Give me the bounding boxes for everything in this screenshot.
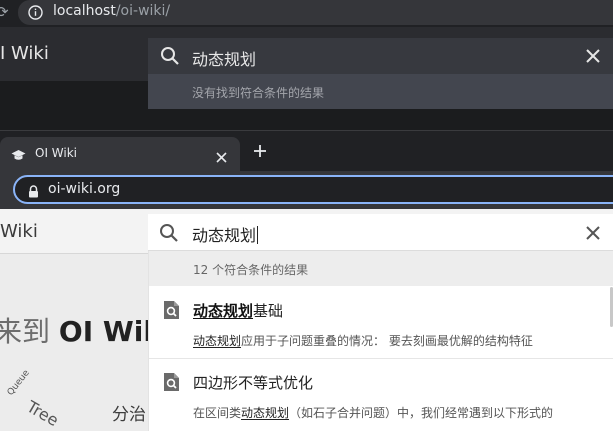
close-icon[interactable]	[216, 148, 227, 167]
graduation-cap-icon	[11, 147, 26, 166]
url-text: oi-wiki.org	[48, 181, 121, 197]
document-search-icon	[163, 372, 181, 396]
no-results-message: 没有找到符合条件的结果	[192, 86, 325, 100]
top-url-field[interactable]: localhost/oi-wiki/	[18, 0, 613, 25]
results-count: 12 个符合条件的结果	[193, 263, 309, 277]
site-name[interactable]: Wiki	[0, 221, 38, 242]
result-snippet: 在区间类动态规划（如石子合并问题）中，我们经常遇到以下形式的	[193, 406, 554, 420]
results-count-bar: 12 个符合条件的结果	[149, 251, 613, 286]
search-box[interactable]: 动态规划	[148, 214, 613, 251]
tab-oi-wiki[interactable]: OI Wiki	[0, 137, 240, 171]
search-results-panel: 12 个符合条件的结果 动态规划基础 动态规划应用于子问题重叠的情况： 要去刻画…	[148, 251, 613, 431]
reload-icon[interactable]: ⟳	[0, 3, 9, 21]
plus-icon[interactable]	[252, 143, 268, 163]
url-field[interactable]: oi-wiki.org	[13, 175, 613, 204]
top-search-input[interactable]: 动态规划	[192, 46, 256, 70]
top-url-text: localhost/oi-wiki/	[53, 3, 171, 19]
search-input[interactable]: 动态规划	[192, 222, 259, 246]
document-search-icon	[163, 300, 181, 324]
top-site-name[interactable]: I Wiki	[0, 43, 49, 64]
top-search-box[interactable]: 动态规划	[148, 38, 613, 74]
word-cloud-item: Queue	[5, 368, 32, 398]
top-address-bar: ⟳ localhost/oi-wiki/	[0, 0, 613, 27]
tab-title: OI Wiki	[35, 146, 78, 160]
result-title[interactable]: 动态规划基础	[193, 300, 283, 321]
result-snippet: 动态规划应用于子问题重叠的情况： 要去刻画最优解的结构特征	[193, 334, 533, 348]
hero-heading: 来到 OI Wiki	[0, 315, 172, 348]
search-result-item[interactable]: 四边形不等式优化 在区间类动态规划（如石子合并问题）中，我们经常遇到以下形式的	[149, 359, 613, 431]
close-icon[interactable]	[585, 225, 601, 245]
top-search-status: 没有找到符合条件的结果	[148, 74, 613, 109]
search-icon	[159, 223, 179, 247]
close-icon[interactable]	[585, 48, 601, 68]
search-result-item[interactable]: 动态规划基础 动态规划应用于子问题重叠的情况： 要去刻画最优解的结构特征	[149, 287, 613, 359]
search-icon	[160, 46, 180, 70]
result-title[interactable]: 四边形不等式优化	[193, 372, 313, 393]
word-cloud-item: Tree	[23, 396, 62, 431]
address-bar: oi-wiki.org	[0, 171, 613, 209]
tab-strip: OI Wiki	[0, 131, 613, 171]
info-icon[interactable]	[28, 5, 43, 24]
word-cloud-item: 分治	[112, 405, 146, 425]
lock-icon[interactable]	[28, 183, 39, 202]
